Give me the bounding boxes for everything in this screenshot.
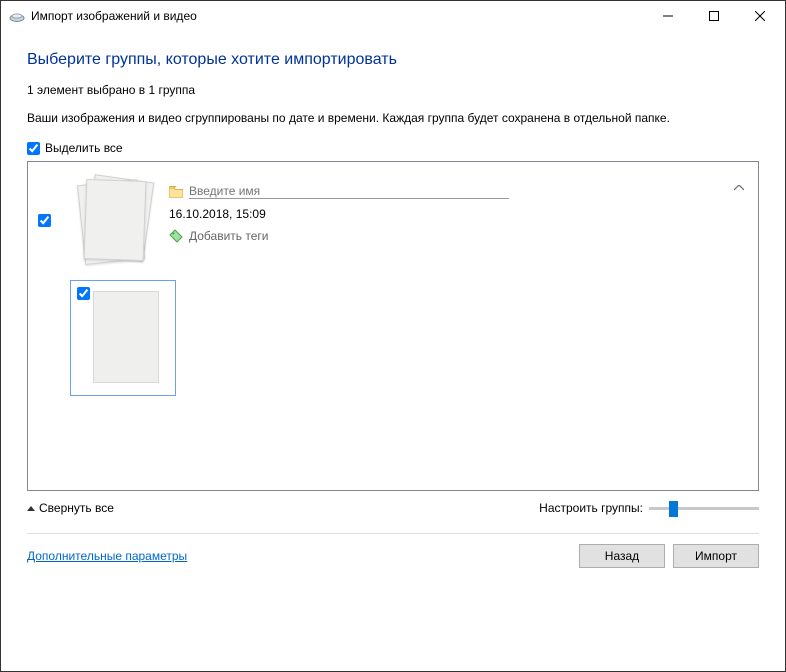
import-button[interactable]: Импорт [673, 544, 759, 568]
group-stack-thumbnail[interactable] [65, 174, 155, 274]
slider-thumb[interactable] [669, 501, 678, 517]
add-tags-label[interactable]: Добавить теги [189, 229, 268, 243]
window-title: Импорт изображений и видео [31, 9, 645, 23]
collapse-all-label: Свернуть все [39, 501, 114, 515]
group-metadata: 16.10.2018, 15:09 Добавить теги [169, 174, 748, 251]
close-button[interactable] [737, 1, 783, 31]
adjust-groups-label: Настроить группы: [539, 501, 643, 515]
group-size-slider[interactable] [649, 507, 759, 510]
select-all-input[interactable] [27, 142, 40, 155]
group-name-input[interactable] [189, 184, 509, 199]
more-options-link[interactable]: Дополнительные параметры [27, 549, 187, 563]
titlebar: Импорт изображений и видео [1, 1, 785, 31]
item-checkbox[interactable] [77, 287, 90, 300]
minimize-button[interactable] [645, 1, 691, 31]
group-items [70, 280, 748, 396]
item-preview [93, 291, 159, 383]
group-row: 16.10.2018, 15:09 Добавить теги [38, 174, 748, 274]
maximize-button[interactable] [691, 1, 737, 31]
group-datetime: 16.10.2018, 15:09 [169, 207, 266, 221]
scanner-icon [9, 8, 25, 24]
caret-up-icon [27, 506, 35, 511]
folder-icon [169, 186, 183, 198]
select-all-label: Выделить все [45, 141, 123, 155]
collapse-all-link[interactable]: Свернуть все [27, 501, 114, 515]
item-thumbnail[interactable] [70, 280, 176, 396]
collapse-group-icon[interactable] [734, 180, 744, 194]
description-text: Ваши изображения и видео сгруппированы п… [27, 111, 759, 125]
group-checkbox-wrap[interactable] [38, 214, 51, 230]
selection-status: 1 элемент выбрано в 1 группа [27, 83, 759, 97]
adjust-groups-control: Настроить группы: [539, 501, 759, 515]
separator [27, 533, 759, 534]
select-all-checkbox[interactable]: Выделить все [27, 141, 759, 155]
groups-container: 16.10.2018, 15:09 Добавить теги [27, 161, 759, 491]
page-heading: Выберите группы, которые хотите импортир… [27, 51, 759, 69]
group-checkbox[interactable] [38, 214, 51, 227]
tag-icon [169, 229, 183, 243]
back-button[interactable]: Назад [579, 544, 665, 568]
